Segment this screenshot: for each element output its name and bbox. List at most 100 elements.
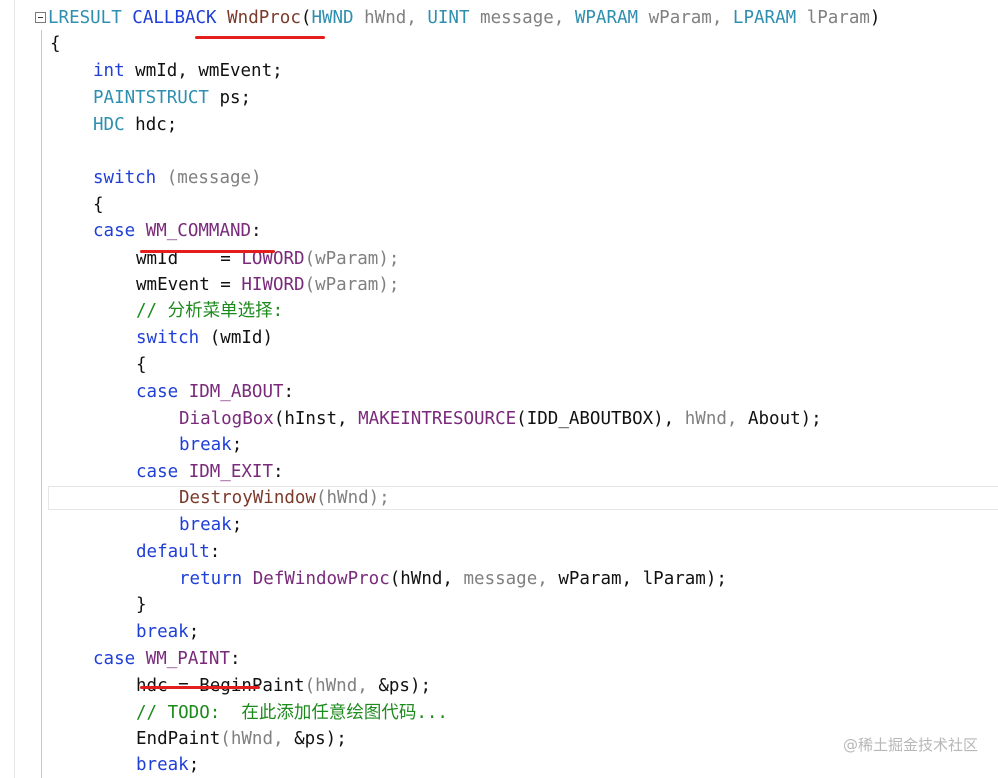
code-token: WM_COMMAND xyxy=(145,221,252,241)
code-token: { xyxy=(93,195,104,215)
code-token: (hWnd, xyxy=(304,676,379,696)
code-line: int wmId, wmEvent; xyxy=(93,58,283,84)
code-token: : xyxy=(251,221,262,241)
code-line: { xyxy=(93,192,104,218)
code-line: case WM_PAINT: xyxy=(93,646,241,672)
code-line: break; xyxy=(179,432,242,458)
code-token: break xyxy=(179,515,232,535)
code-line: default: xyxy=(136,539,220,565)
code-token: ; xyxy=(188,622,200,642)
code-token: PAINTSTRUCT xyxy=(93,88,220,108)
code-line: case IDM_EXIT: xyxy=(136,459,284,485)
annotation-underline xyxy=(140,250,275,253)
code-token: WPARAM xyxy=(574,8,649,28)
code-line: HDC hdc; xyxy=(93,112,177,138)
code-token: : xyxy=(229,649,241,669)
code-token: HDC xyxy=(93,115,136,135)
code-token: CALLBACK xyxy=(132,8,228,28)
code-token: : xyxy=(272,462,284,482)
code-line: case WM_COMMAND: xyxy=(93,218,262,244)
code-token: int xyxy=(93,61,136,81)
code-token: &ps); xyxy=(294,729,347,749)
code-token: } xyxy=(136,595,147,615)
code-line: return DefWindowProc(hWnd, message, wPar… xyxy=(179,566,727,592)
code-line: switch (message) xyxy=(93,165,262,191)
code-token: message, xyxy=(463,569,559,589)
code-line: { xyxy=(136,352,147,378)
code-line: EndPaint(hWnd, &ps); xyxy=(136,726,347,752)
code-token: case xyxy=(93,649,146,669)
code-token: : xyxy=(209,542,221,562)
code-token: break xyxy=(136,755,189,775)
code-token: MAKEINTRESOURCE xyxy=(358,409,517,429)
code-token: (hWnd, xyxy=(389,569,464,589)
code-line: switch (wmId) xyxy=(136,325,273,351)
code-line: } xyxy=(136,592,147,618)
code-token: { xyxy=(136,355,147,375)
code-line: wmEvent = HIWORD(wParam); xyxy=(136,272,399,298)
code-line: PAINTSTRUCT ps; xyxy=(93,85,251,111)
code-token: wParam, xyxy=(558,569,643,589)
code-token: (wParam); xyxy=(304,275,400,295)
code-line: // 分析菜单选择: xyxy=(136,298,283,324)
code-token: HWND xyxy=(311,8,365,28)
code-token: DialogBox xyxy=(179,409,274,429)
code-token: &ps); xyxy=(378,676,432,696)
code-token: switch xyxy=(136,328,210,348)
code-line: { xyxy=(50,31,61,57)
code-token: ( xyxy=(300,8,312,28)
code-token: DefWindowProc xyxy=(252,569,390,589)
code-line: DestroyWindow(hWnd); xyxy=(179,485,390,511)
code-token: break xyxy=(136,622,189,642)
code-line: case IDM_ABOUT: xyxy=(136,379,294,405)
code-token: IDM_EXIT xyxy=(188,462,273,482)
code-editor[interactable]: LRESULT CALLBACK WndProc(HWND hWnd, UINT… xyxy=(0,0,998,778)
code-token: wmId, wmEvent; xyxy=(135,61,283,81)
code-token: wParam, xyxy=(648,8,733,28)
code-token: (hWnd); xyxy=(315,488,390,508)
code-token: ; xyxy=(188,755,200,775)
code-token: WndProc xyxy=(227,8,301,28)
code-token: (IDD_ABOUTBOX), xyxy=(516,409,685,429)
code-token: HIWORD xyxy=(241,275,305,295)
code-token: case xyxy=(93,221,146,241)
code-token: case xyxy=(136,462,189,482)
code-token: message, xyxy=(480,8,575,28)
code-token: WM_PAINT xyxy=(145,649,230,669)
code-line: // TODO: 在此添加任意绘图代码... xyxy=(136,700,448,726)
code-token: switch xyxy=(93,168,167,188)
code-token: (wParam); xyxy=(304,249,400,269)
code-token: IDM_ABOUT xyxy=(188,382,284,402)
code-token: DestroyWindow xyxy=(179,488,316,508)
code-token: EndPaint xyxy=(136,729,221,749)
code-line: break; xyxy=(179,512,242,538)
code-token: ) xyxy=(869,8,881,28)
code-token: LPARAM xyxy=(732,8,807,28)
code-token: hdc; xyxy=(135,115,178,135)
code-line: LRESULT CALLBACK WndProc(HWND hWnd, UINT… xyxy=(48,5,880,31)
code-token: // 分析菜单选择: xyxy=(136,301,284,321)
code-token: hWnd, xyxy=(364,8,428,28)
watermark: @稀土掘金技术社区 xyxy=(842,736,978,754)
code-token: { xyxy=(50,34,61,54)
code-token: // TODO: 在此添加任意绘图代码... xyxy=(136,703,448,723)
code-token: ps; xyxy=(219,88,252,108)
code-token: lParam); xyxy=(642,569,727,589)
code-token: LRESULT xyxy=(48,8,133,28)
code-token: wmEvent = xyxy=(136,275,242,295)
code-line: break; xyxy=(136,619,199,645)
code-token: return xyxy=(179,569,253,589)
code-token: case xyxy=(136,382,189,402)
code-line: DialogBox(hInst, MAKEINTRESOURCE(IDD_ABO… xyxy=(179,406,822,432)
code-token: (wmId) xyxy=(209,328,273,348)
code-token: hWnd, xyxy=(684,409,748,429)
annotation-underline xyxy=(195,36,325,39)
code-token: About); xyxy=(747,409,822,429)
code-token: break xyxy=(179,435,232,455)
code-token: UINT xyxy=(427,8,481,28)
code-token: lParam xyxy=(806,8,870,28)
code-token: ; xyxy=(231,435,243,455)
code-token: (hWnd, xyxy=(220,729,295,749)
annotation-strike xyxy=(140,686,260,689)
code-token: (message) xyxy=(166,168,262,188)
